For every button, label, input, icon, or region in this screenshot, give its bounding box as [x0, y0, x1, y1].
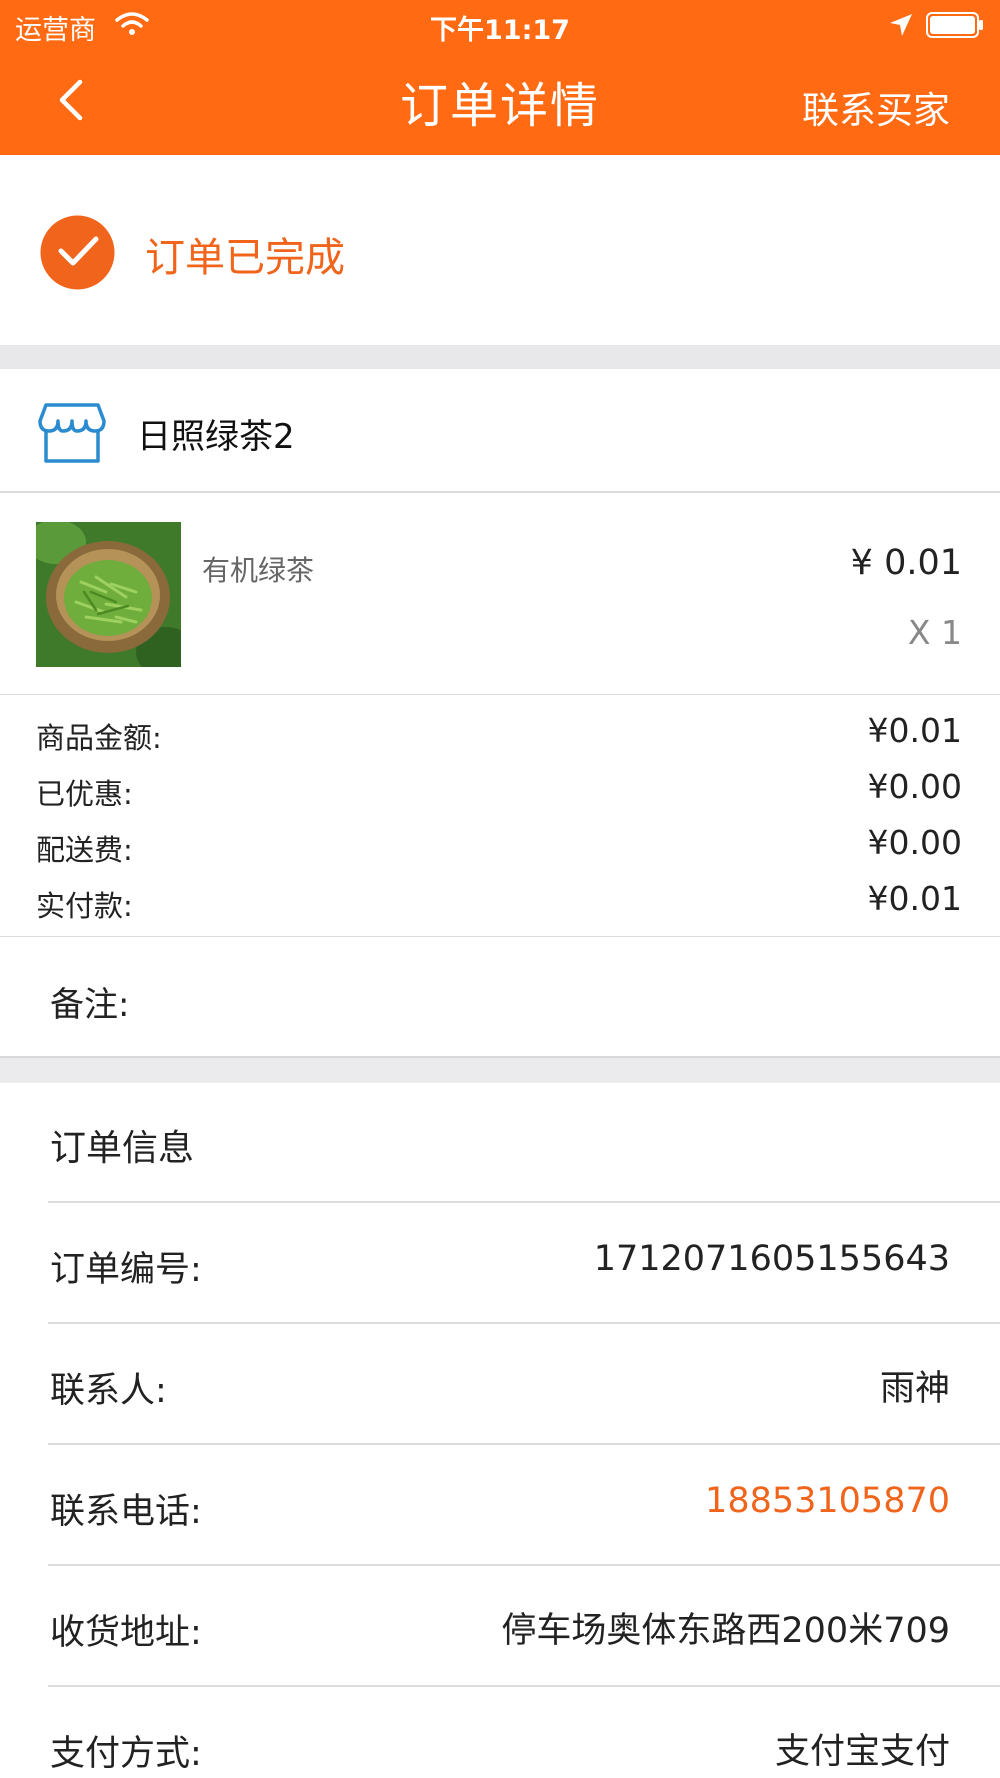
- contact-person-value: 雨神: [879, 1369, 950, 1409]
- summary-row-discount: 已优惠: ¥0.00: [0, 759, 1000, 815]
- remark-row: 备注:: [0, 937, 1000, 1056]
- price-summary: 商品金额: ¥0.01 已优惠: ¥0.00 配送费: ¥0.00 实付款: ¥…: [0, 695, 1000, 937]
- summary-value: ¥0.00: [867, 823, 962, 862]
- product-thumbnail: [36, 522, 181, 667]
- summary-value: ¥0.01: [867, 879, 962, 918]
- section-divider: [0, 1056, 1000, 1085]
- status-bar: 运营商 下午11:17: [0, 0, 1000, 50]
- contact-person-row: 联系人: 雨神: [0, 1322, 1000, 1442]
- product-quantity: X 1: [907, 613, 962, 652]
- summary-label: 配送费:: [36, 833, 133, 867]
- check-circle-icon: [40, 215, 115, 290]
- status-time: 下午11:17: [430, 15, 570, 46]
- summary-row-delivery-fee: 配送费: ¥0.00: [0, 815, 1000, 871]
- section-divider: [0, 345, 1000, 369]
- shipping-address-row: 收货地址: 停车场奥体东路西200米709: [0, 1564, 1000, 1684]
- summary-label: 实付款:: [36, 889, 133, 923]
- contact-phone-row: 联系电话: 18853105870: [0, 1443, 1000, 1563]
- payment-method-row: 支付方式: 支付宝支付: [0, 1685, 1000, 1778]
- order-info-title: 订单信息: [50, 1128, 195, 1169]
- info-label: 联系人:: [50, 1371, 167, 1411]
- contact-buyer-button[interactable]: 联系买家: [802, 80, 950, 134]
- contact-phone-link[interactable]: 18853105870: [705, 1481, 950, 1521]
- store-name: 日照绿茶2: [137, 417, 295, 457]
- summary-label: 商品金额:: [36, 721, 162, 755]
- summary-row-paid: 实付款: ¥0.01: [0, 871, 1000, 927]
- info-label: 联系电话:: [50, 1492, 202, 1532]
- order-number-row: 订单编号: 1712071605155643: [0, 1201, 1000, 1321]
- info-label: 支付方式:: [50, 1734, 202, 1774]
- store-icon: [38, 403, 106, 463]
- app-header: 运营商 下午11:17 订单详情 联系买家: [0, 0, 1000, 155]
- location-arrow-icon: [890, 14, 912, 36]
- shipping-address-value: 停车场奥体东路西200米709: [501, 1611, 950, 1651]
- product-name: 有机绿茶: [202, 554, 315, 587]
- product-item[interactable]: 有机绿茶 ¥ 0.01 X 1: [0, 493, 1000, 695]
- order-status-text: 订单已完成: [145, 235, 345, 281]
- remark-label: 备注:: [50, 985, 130, 1025]
- order-info-header: 订单信息: [0, 1083, 1000, 1201]
- payment-method-value: 支付宝支付: [774, 1732, 950, 1772]
- product-price: ¥ 0.01: [850, 543, 962, 583]
- summary-value: ¥0.01: [867, 711, 962, 750]
- info-label: 订单编号:: [50, 1250, 202, 1290]
- nav-bar: 订单详情 联系买家: [0, 50, 1000, 155]
- store-row[interactable]: 日照绿茶2: [0, 369, 1000, 493]
- summary-value: ¥0.00: [867, 767, 962, 806]
- summary-label: 已优惠:: [36, 777, 133, 811]
- order-number-value: 1712071605155643: [593, 1239, 950, 1279]
- info-label: 收货地址:: [50, 1613, 202, 1653]
- order-status-section: 订单已完成: [0, 155, 1000, 345]
- battery-icon: [926, 12, 983, 38]
- summary-row-subtotal: 商品金额: ¥0.01: [0, 703, 1000, 759]
